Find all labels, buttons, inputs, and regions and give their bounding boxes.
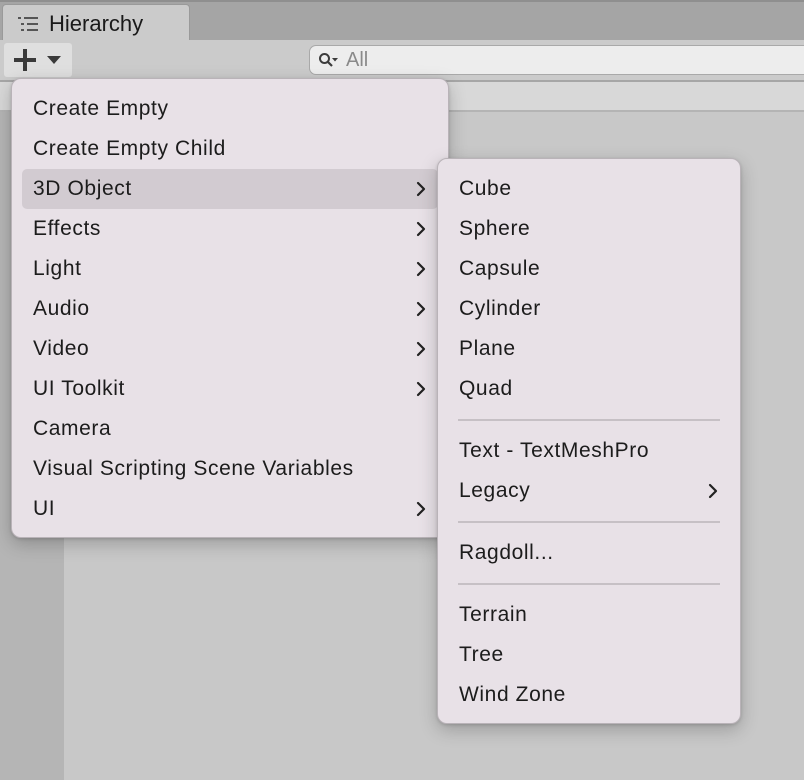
- create-menu: Create Empty Create Empty Child 3D Objec…: [11, 78, 449, 538]
- submenu-item-quad[interactable]: Quad: [448, 369, 730, 409]
- submenu-item-terrain[interactable]: Terrain: [448, 595, 730, 635]
- chevron-right-icon: [416, 301, 426, 317]
- tab-hierarchy[interactable]: Hierarchy: [2, 4, 190, 42]
- submenu-item-label: Quad: [459, 377, 513, 400]
- submenu-item-label: Cube: [459, 177, 512, 200]
- tab-title: Hierarchy: [49, 10, 144, 36]
- menu-item-light[interactable]: Light: [22, 249, 438, 289]
- submenu-item-label: Tree: [459, 643, 504, 666]
- menu-item-label: Create Empty Child: [33, 137, 226, 160]
- menu-item-label: 3D Object: [33, 177, 132, 200]
- menu-item-create-empty-child[interactable]: Create Empty Child: [22, 129, 438, 169]
- submenu-item-label: Ragdoll...: [459, 541, 554, 564]
- plus-icon: [14, 49, 36, 71]
- submenu-item-legacy[interactable]: Legacy: [448, 471, 730, 511]
- submenu-item-label: Cylinder: [459, 297, 541, 320]
- menu-item-effects[interactable]: Effects: [22, 209, 438, 249]
- menu-item-label: Audio: [33, 297, 90, 320]
- submenu-item-label: Terrain: [459, 603, 528, 626]
- submenu-item-label: Plane: [459, 337, 516, 360]
- search-icon: [319, 53, 338, 67]
- submenu-item-ragdoll[interactable]: Ragdoll...: [448, 533, 730, 573]
- submenu-item-label: Legacy: [459, 479, 531, 502]
- menu-separator: [458, 583, 720, 585]
- submenu-item-text-textmeshpro[interactable]: Text - TextMeshPro: [448, 431, 730, 471]
- submenu-item-label: Sphere: [459, 217, 531, 240]
- menu-item-label: Effects: [33, 217, 102, 240]
- submenu-item-sphere[interactable]: Sphere: [448, 209, 730, 249]
- chevron-right-icon: [416, 341, 426, 357]
- submenu-item-cylinder[interactable]: Cylinder: [448, 289, 730, 329]
- menu-item-label: Light: [33, 257, 82, 280]
- hierarchy-toolbar: All: [0, 40, 804, 80]
- menu-item-ui[interactable]: UI: [22, 489, 438, 529]
- create-button[interactable]: [4, 43, 72, 77]
- chevron-right-icon: [708, 483, 718, 499]
- menu-item-ui-toolkit[interactable]: UI Toolkit: [22, 369, 438, 409]
- menu-item-camera[interactable]: Camera: [22, 409, 438, 449]
- menu-item-label: Create Empty: [33, 97, 169, 120]
- list-icon: [18, 16, 38, 31]
- submenu-item-cube[interactable]: Cube: [448, 169, 730, 209]
- menu-separator: [458, 419, 720, 421]
- menu-item-create-empty[interactable]: Create Empty: [22, 89, 438, 129]
- submenu-item-capsule[interactable]: Capsule: [448, 249, 730, 289]
- submenu-item-tree[interactable]: Tree: [448, 635, 730, 675]
- search-input[interactable]: All: [309, 45, 804, 75]
- menu-item-label: UI Toolkit: [33, 377, 125, 400]
- caret-down-icon: [47, 56, 61, 64]
- menu-item-label: Video: [33, 337, 90, 360]
- submenu-item-plane[interactable]: Plane: [448, 329, 730, 369]
- chevron-right-icon: [416, 261, 426, 277]
- chevron-right-icon: [416, 501, 426, 517]
- menu-separator: [458, 521, 720, 523]
- chevron-right-icon: [416, 221, 426, 237]
- menu-item-visual-scripting-scene-variables[interactable]: Visual Scripting Scene Variables: [22, 449, 438, 489]
- menu-item-3d-object[interactable]: 3D Object: [22, 169, 438, 209]
- menu-item-label: Visual Scripting Scene Variables: [33, 457, 354, 480]
- menu-item-label: Camera: [33, 417, 112, 440]
- menu-item-audio[interactable]: Audio: [22, 289, 438, 329]
- 3d-object-submenu: Cube Sphere Capsule Cylinder Plane Quad …: [437, 158, 741, 724]
- chevron-right-icon: [416, 381, 426, 397]
- chevron-right-icon: [416, 181, 426, 197]
- submenu-item-label: Text - TextMeshPro: [459, 439, 650, 462]
- search-placeholder: All: [346, 48, 369, 71]
- menu-item-video[interactable]: Video: [22, 329, 438, 369]
- submenu-item-label: Wind Zone: [459, 683, 566, 706]
- menu-item-label: UI: [33, 497, 56, 520]
- submenu-item-wind-zone[interactable]: Wind Zone: [448, 675, 730, 715]
- submenu-item-label: Capsule: [459, 257, 541, 280]
- tab-strip: Hierarchy: [0, 0, 804, 42]
